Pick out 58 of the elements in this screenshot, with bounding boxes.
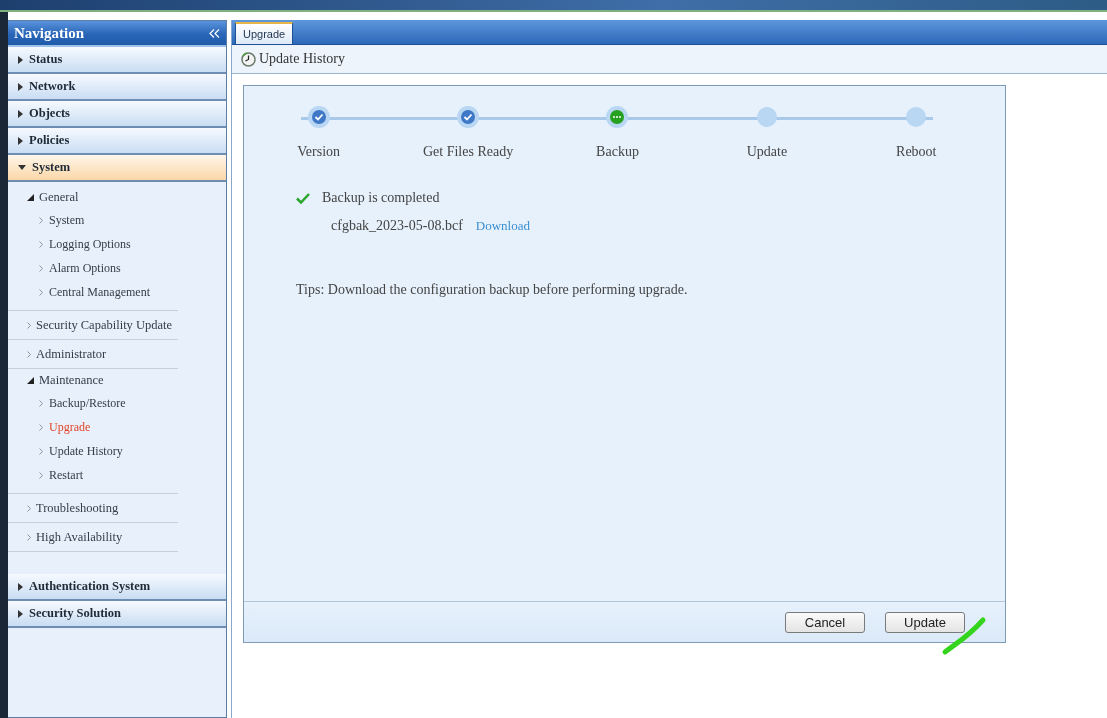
chevron-right-icon xyxy=(39,216,43,224)
nav-section[interactable]: System xyxy=(8,155,226,182)
checkmark-icon xyxy=(296,192,310,204)
tree-item[interactable]: System xyxy=(8,208,178,232)
collapse-icon[interactable] xyxy=(209,28,220,38)
chevron-right-icon xyxy=(27,533,31,541)
cancel-button[interactable]: Cancel xyxy=(785,611,865,633)
tree-item[interactable]: Upgrade xyxy=(8,415,178,439)
file-name: cfgbak_2023-05-08.bcf xyxy=(331,218,463,234)
nav-section[interactable]: Policies xyxy=(8,128,226,155)
step-label: Backup xyxy=(596,144,639,160)
step-label: Reboot xyxy=(896,144,937,160)
step-label: Version xyxy=(297,144,341,160)
tree-item[interactable]: Backup/Restore xyxy=(8,391,178,415)
chevron-right-icon xyxy=(27,350,31,358)
tree-group[interactable]: Maintenance xyxy=(8,369,178,391)
nav-section[interactable]: Network xyxy=(8,74,226,101)
tree-item[interactable]: Alarm Options xyxy=(8,256,178,280)
tab[interactable]: Upgrade xyxy=(235,22,294,44)
step-label: Update xyxy=(746,144,788,160)
caret-right-icon xyxy=(18,609,23,618)
chevron-right-icon xyxy=(39,399,43,407)
tree-group[interactable]: General xyxy=(8,186,178,208)
caret-right-icon xyxy=(18,109,23,118)
caret-down-icon xyxy=(18,165,26,170)
status-message: Backup is completed xyxy=(322,190,440,206)
page-title: Update History xyxy=(259,51,345,67)
nav-section[interactable]: Authentication System xyxy=(8,574,226,601)
chevron-right-icon xyxy=(27,504,31,512)
tree-item[interactable]: Update History xyxy=(8,439,178,463)
navigation-title: Navigation xyxy=(14,24,84,42)
chevron-right-icon xyxy=(39,264,43,272)
tree-group[interactable]: Troubleshooting xyxy=(8,494,178,522)
caret-right-icon xyxy=(18,55,23,64)
tree-group[interactable]: High Availability xyxy=(8,523,178,551)
chevron-right-icon xyxy=(39,471,43,479)
tree-group[interactable]: Security Capability Update xyxy=(8,311,178,339)
nav-section[interactable]: Status xyxy=(8,47,226,74)
chevron-right-icon xyxy=(39,288,43,296)
expanded-triangle-icon xyxy=(27,376,34,384)
clock-icon xyxy=(241,51,256,67)
tree-group[interactable]: Administrator xyxy=(8,340,178,368)
nav-section[interactable]: Security Solution xyxy=(8,601,226,628)
tree-item[interactable]: Central Management xyxy=(8,280,178,304)
nav-section[interactable]: Objects xyxy=(8,101,226,128)
update-button[interactable]: Update xyxy=(885,611,965,633)
expanded-triangle-icon xyxy=(27,193,34,201)
caret-right-icon xyxy=(18,82,23,91)
caret-right-icon xyxy=(18,136,23,145)
step-label: Get Files Ready xyxy=(423,144,514,160)
chevron-right-icon xyxy=(39,423,43,431)
caret-right-icon xyxy=(18,582,23,591)
chevron-right-icon xyxy=(27,321,31,329)
tree-item[interactable]: Logging Options xyxy=(8,232,178,256)
tree-item[interactable]: Restart xyxy=(8,463,178,487)
chevron-right-icon xyxy=(39,240,43,248)
chevron-right-icon xyxy=(39,447,43,455)
tips-text: Tips: Download the configuration backup before performing upgrade. xyxy=(296,282,689,298)
